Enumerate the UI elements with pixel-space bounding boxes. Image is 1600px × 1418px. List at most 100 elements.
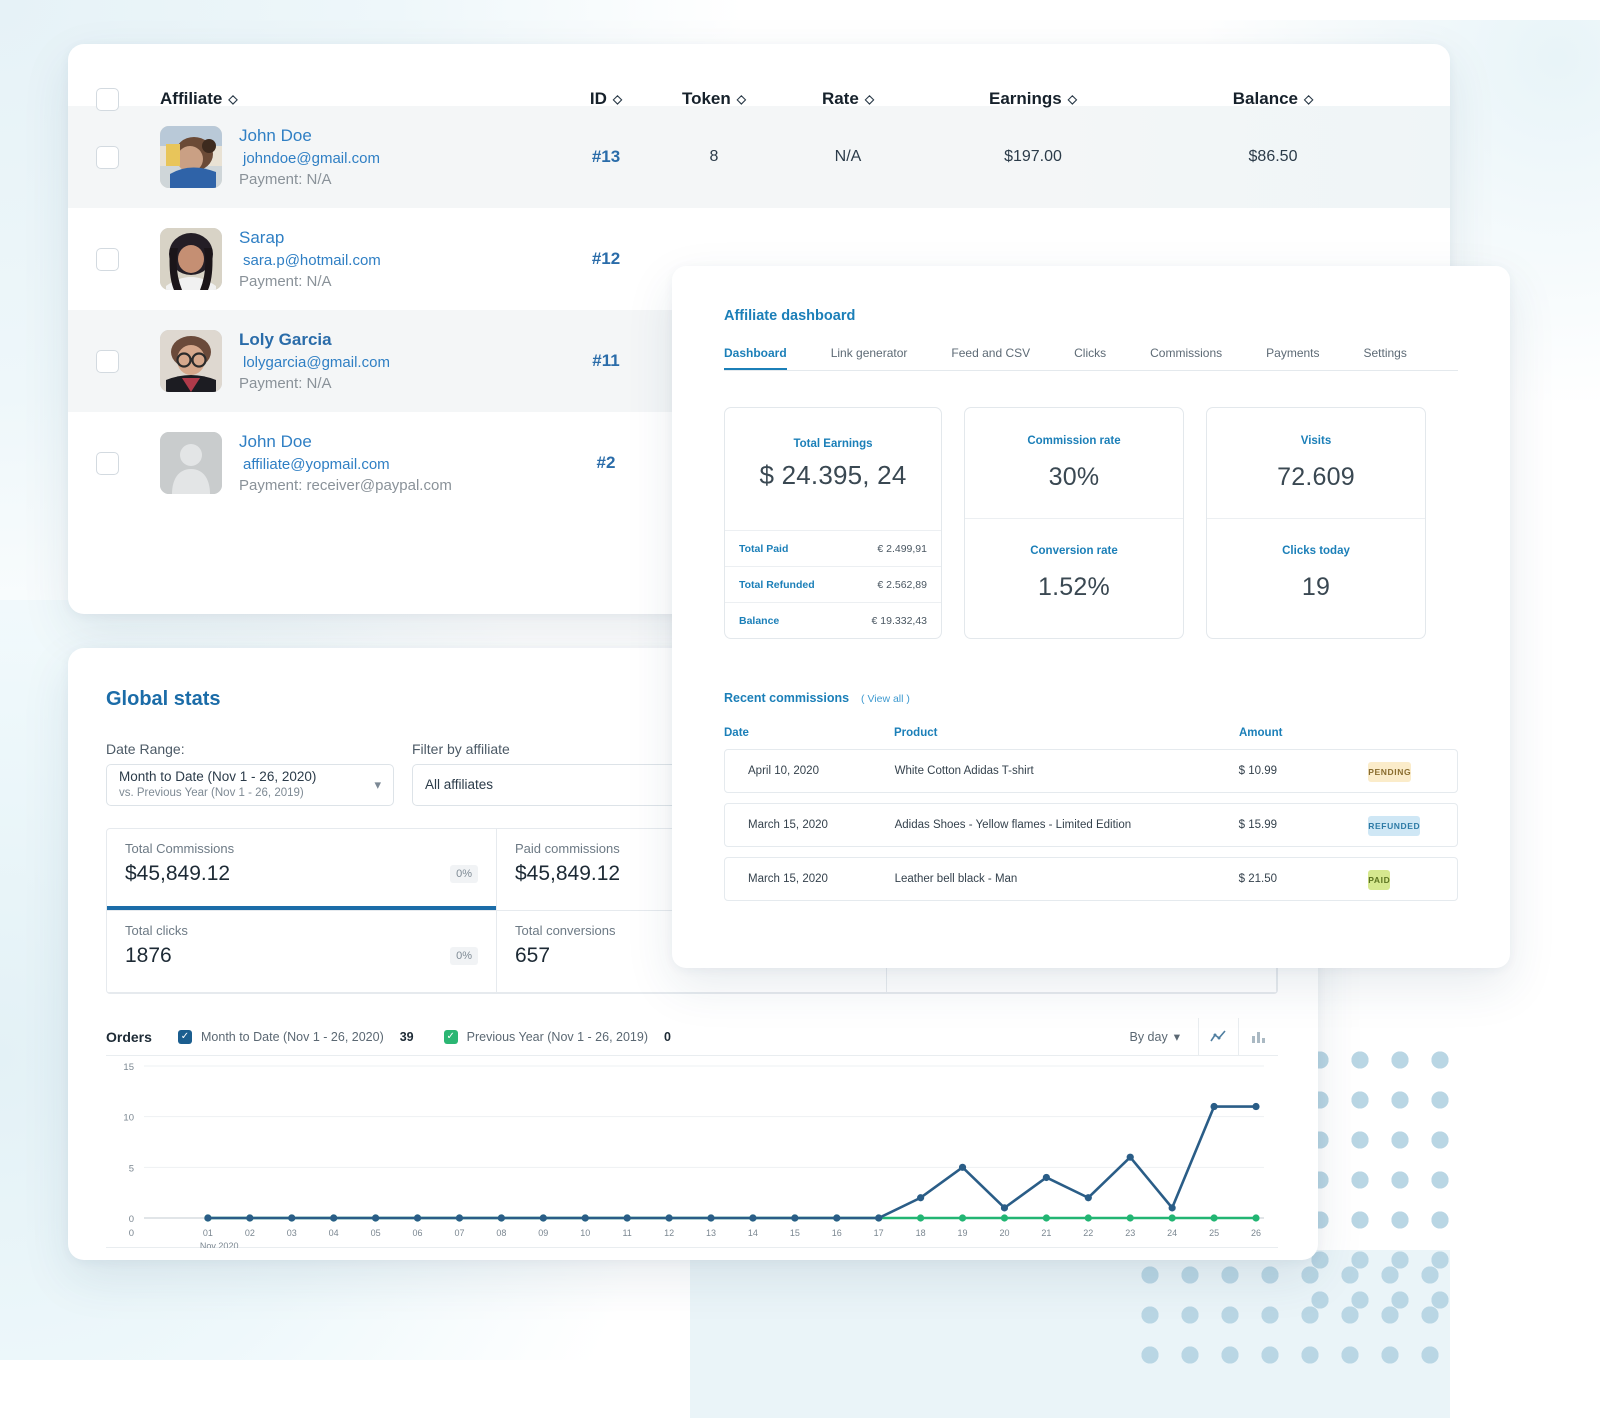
recent-commissions-columns: Date Product Amount bbox=[724, 727, 1458, 739]
column-header-rate-label: Rate bbox=[822, 89, 859, 109]
affiliate-id[interactable]: #12 bbox=[592, 249, 620, 269]
column-header-product: Product bbox=[894, 727, 1239, 739]
column-header-earnings[interactable]: Earnings ◇ bbox=[918, 89, 1148, 109]
sort-icon[interactable]: ◇ bbox=[865, 93, 874, 105]
row-checkbox[interactable] bbox=[96, 350, 119, 373]
svg-text:24: 24 bbox=[1167, 1228, 1177, 1238]
tab-payments[interactable]: Payments bbox=[1266, 346, 1319, 370]
row-checkbox[interactable] bbox=[96, 452, 119, 475]
svg-text:10: 10 bbox=[580, 1228, 590, 1238]
svg-text:08: 08 bbox=[496, 1228, 506, 1238]
kpi-total-clicks[interactable]: Total clicks 1876 0% bbox=[107, 911, 497, 993]
line-chart-icon[interactable] bbox=[1198, 1018, 1238, 1056]
visits-value: 72.609 bbox=[1277, 463, 1355, 492]
tab-dashboard[interactable]: Dashboard bbox=[724, 346, 787, 370]
affiliate-email[interactable]: lolygarcia@gmail.com bbox=[239, 354, 390, 371]
sort-icon[interactable]: ◇ bbox=[613, 93, 622, 105]
table-row[interactable]: John Doe johndoe@gmail.com Payment: N/A … bbox=[68, 106, 1450, 208]
affiliate-email[interactable]: affiliate@yopmail.com bbox=[239, 456, 452, 473]
total-earnings-value: $ 24.395, 24 bbox=[760, 460, 907, 491]
column-header-date: Date bbox=[724, 727, 894, 739]
granularity-label: By day bbox=[1130, 1030, 1168, 1044]
total-earnings-label: Total Earnings bbox=[793, 438, 872, 450]
sort-icon[interactable]: ◇ bbox=[228, 93, 237, 105]
affiliate-id-cell: #13 bbox=[562, 147, 650, 167]
svg-text:5: 5 bbox=[129, 1163, 134, 1174]
affiliate-id[interactable]: #11 bbox=[592, 351, 619, 371]
column-header-id[interactable]: ID ◇ bbox=[562, 89, 650, 109]
sort-icon[interactable]: ◇ bbox=[737, 93, 746, 105]
granularity-select[interactable]: By day ▾ bbox=[1130, 1029, 1199, 1044]
svg-text:18: 18 bbox=[916, 1228, 926, 1238]
legend-item-series2[interactable]: ✓ Previous Year (Nov 1 - 26, 2019) 0 bbox=[444, 1030, 671, 1044]
kpi-total-commissions[interactable]: Total Commissions $45,849.12 0% bbox=[107, 829, 497, 911]
column-header-token-label: Token bbox=[682, 89, 731, 109]
row-checkbox[interactable] bbox=[96, 248, 119, 271]
tab-link-generator[interactable]: Link generator bbox=[831, 346, 908, 370]
legend-item-series1[interactable]: ✓ Month to Date (Nov 1 - 26, 2020) 39 bbox=[178, 1030, 414, 1044]
column-header-status bbox=[1369, 727, 1458, 739]
svg-text:07: 07 bbox=[454, 1228, 464, 1238]
affiliate-id[interactable]: #13 bbox=[592, 147, 620, 167]
column-header-affiliate-label: Affiliate bbox=[160, 89, 222, 109]
column-header-balance[interactable]: Balance ◇ bbox=[1148, 89, 1398, 109]
visits-card: Visits 72.609 Clicks today 19 bbox=[1206, 407, 1426, 639]
column-header-rate[interactable]: Rate ◇ bbox=[778, 89, 918, 109]
column-header-token[interactable]: Token ◇ bbox=[650, 89, 778, 109]
commission-status-cell: PENDING bbox=[1368, 762, 1457, 780]
commission-row[interactable]: April 10, 2020 White Cotton Adidas T-shi… bbox=[724, 749, 1458, 793]
kpi-value: 1876 bbox=[125, 944, 172, 968]
row-checkbox[interactable] bbox=[96, 146, 119, 169]
total-paid-value: € 2.499,91 bbox=[877, 543, 927, 555]
legend-checkbox-series2[interactable]: ✓ bbox=[444, 1030, 458, 1044]
total-refunded-row: Total Refunded € 2.562,89 bbox=[725, 566, 941, 602]
affiliate-filter-value: All affiliates bbox=[425, 777, 493, 794]
total-refunded-value: € 2.562,89 bbox=[877, 579, 927, 591]
commission-product: White Cotton Adidas T-shirt bbox=[895, 765, 1239, 777]
row-select-cell bbox=[68, 146, 146, 169]
avatar-placeholder-icon bbox=[160, 432, 222, 494]
kpi-label: Total clicks bbox=[125, 923, 478, 938]
commission-row[interactable]: March 15, 2020 Leather bell black - Man … bbox=[724, 857, 1458, 901]
conversion-rate-label: Conversion rate bbox=[1030, 545, 1118, 557]
kpi-value: $45,849.12 bbox=[515, 862, 620, 886]
affiliate-name[interactable]: John Doe bbox=[239, 432, 452, 452]
clicks-today-label: Clicks today bbox=[1282, 545, 1350, 557]
tab-clicks[interactable]: Clicks bbox=[1074, 346, 1106, 370]
avatar bbox=[160, 330, 222, 392]
svg-text:26: 26 bbox=[1251, 1228, 1261, 1238]
row-select-cell bbox=[68, 452, 146, 475]
dashboard-tabs: Dashboard Link generator Feed and CSV Cl… bbox=[724, 346, 1458, 371]
select-all-checkbox[interactable] bbox=[96, 88, 119, 111]
sort-icon[interactable]: ◇ bbox=[1304, 93, 1313, 105]
legend-checkbox-series1[interactable]: ✓ bbox=[178, 1030, 192, 1044]
commission-product: Leather bell black - Man bbox=[895, 873, 1239, 885]
column-header-balance-label: Balance bbox=[1233, 89, 1298, 109]
commission-row[interactable]: March 15, 2020 Adidas Shoes - Yellow fla… bbox=[724, 803, 1458, 847]
column-header-affiliate[interactable]: Affiliate ◇ bbox=[146, 89, 562, 109]
affiliate-earnings-cell: $197.00 bbox=[918, 148, 1148, 166]
affiliate-email[interactable]: johndoe@gmail.com bbox=[239, 150, 380, 167]
affiliate-name[interactable]: John Doe bbox=[239, 126, 380, 146]
legend-total-series1: 39 bbox=[400, 1030, 414, 1044]
affiliate-name[interactable]: Sarap bbox=[239, 228, 381, 248]
bar-chart-icon[interactable] bbox=[1238, 1018, 1278, 1056]
tab-feed-and-csv[interactable]: Feed and CSV bbox=[951, 346, 1030, 370]
view-all-link[interactable]: ( View all ) bbox=[861, 693, 910, 705]
affiliate-name[interactable]: Loly Garcia bbox=[239, 330, 390, 350]
recent-commissions-title: Recent commissions bbox=[724, 691, 849, 705]
total-earnings-top: Total Earnings $ 24.395, 24 bbox=[725, 408, 941, 530]
orders-chart-section: Orders ✓ Month to Date (Nov 1 - 26, 2020… bbox=[106, 1018, 1278, 1248]
affiliate-id-cell: #12 bbox=[562, 249, 650, 269]
status-badge: PAID bbox=[1368, 870, 1390, 890]
svg-text:15: 15 bbox=[123, 1062, 134, 1073]
sort-icon[interactable]: ◇ bbox=[1068, 93, 1077, 105]
conversion-rate-block: Conversion rate 1.52% bbox=[965, 518, 1183, 628]
tab-settings[interactable]: Settings bbox=[1364, 346, 1407, 370]
affiliate-email[interactable]: sara.p@hotmail.com bbox=[239, 252, 381, 269]
kpi-change-badge: 0% bbox=[450, 947, 478, 965]
svg-text:09: 09 bbox=[538, 1228, 548, 1238]
tab-commissions[interactable]: Commissions bbox=[1150, 346, 1222, 370]
affiliate-id[interactable]: #2 bbox=[597, 453, 616, 473]
date-range-select[interactable]: Month to Date (Nov 1 - 26, 2020) vs. Pre… bbox=[106, 764, 394, 806]
